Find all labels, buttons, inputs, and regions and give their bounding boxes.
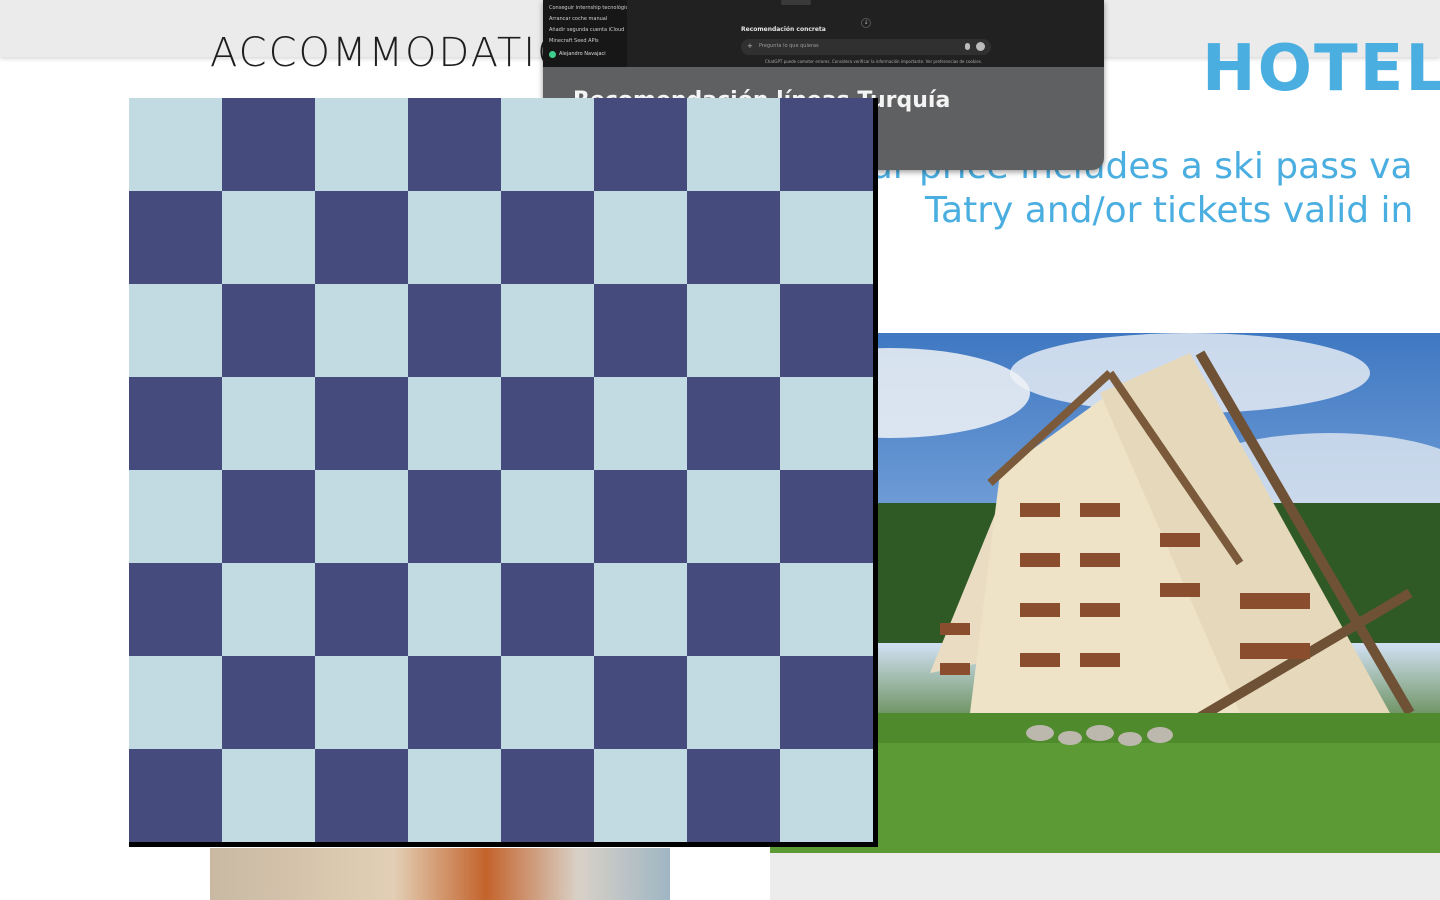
board-square[interactable] — [594, 656, 687, 749]
board-square[interactable] — [408, 656, 501, 749]
board-square[interactable] — [501, 377, 594, 470]
board-square[interactable] — [780, 191, 873, 284]
board-square[interactable] — [129, 749, 222, 842]
board-square[interactable] — [594, 191, 687, 284]
board-square[interactable] — [687, 563, 780, 656]
board-square[interactable] — [222, 98, 315, 191]
board-square[interactable] — [687, 98, 780, 191]
board-square[interactable] — [129, 284, 222, 377]
board-square[interactable] — [408, 563, 501, 656]
board-square[interactable] — [222, 284, 315, 377]
board-square[interactable] — [129, 563, 222, 656]
board-square[interactable] — [222, 470, 315, 563]
board-square[interactable] — [315, 191, 408, 284]
board-square[interactable] — [501, 470, 594, 563]
board-square[interactable] — [687, 749, 780, 842]
chat-input[interactable]: + Pregunta lo que quieras — [741, 39, 991, 55]
board-square[interactable] — [129, 98, 222, 191]
scroll-down-icon[interactable]: ↓ — [861, 18, 871, 28]
board-square[interactable] — [501, 749, 594, 842]
chat-input-placeholder: Pregunta lo que quieras — [759, 43, 819, 49]
board-square[interactable] — [129, 191, 222, 284]
board-square[interactable] — [129, 377, 222, 470]
board-square[interactable] — [780, 470, 873, 563]
board-square[interactable] — [315, 563, 408, 656]
chat-sidebar: Conseguir internship tecnológica... Arra… — [543, 0, 627, 67]
board-square[interactable] — [594, 284, 687, 377]
board-square[interactable] — [315, 470, 408, 563]
board-square[interactable] — [501, 98, 594, 191]
board-square[interactable] — [129, 470, 222, 563]
board-square[interactable] — [129, 656, 222, 749]
message-bubble — [781, 0, 811, 5]
board-square[interactable] — [501, 284, 594, 377]
board-square[interactable] — [780, 749, 873, 842]
send-icon[interactable] — [976, 42, 985, 51]
board-square[interactable] — [780, 656, 873, 749]
board-square[interactable] — [315, 377, 408, 470]
board-square[interactable] — [780, 377, 873, 470]
board-square[interactable] — [408, 377, 501, 470]
board-square[interactable] — [315, 98, 408, 191]
board-square[interactable] — [687, 470, 780, 563]
hotel-heading: HOTEL — [1202, 32, 1440, 106]
board-square[interactable] — [687, 191, 780, 284]
board-square[interactable] — [315, 284, 408, 377]
sidebar-item[interactable]: Minecraft Seed APIs — [543, 36, 627, 47]
board-square[interactable] — [408, 191, 501, 284]
board-square[interactable] — [408, 749, 501, 842]
board-square[interactable] — [687, 656, 780, 749]
plus-icon[interactable]: + — [747, 42, 753, 50]
board-square[interactable] — [315, 749, 408, 842]
microphone-icon[interactable] — [965, 43, 970, 50]
chat-disclaimer: ChatGPT puede cometer errores. Considera… — [765, 59, 983, 64]
board-square[interactable] — [594, 470, 687, 563]
board-square[interactable] — [408, 470, 501, 563]
avatar — [549, 50, 556, 58]
user-profile[interactable]: Alejandro Navajaci — [543, 47, 627, 61]
board-square[interactable] — [594, 563, 687, 656]
board-square[interactable] — [222, 656, 315, 749]
room-photo-partial — [210, 848, 670, 900]
board-square[interactable] — [594, 749, 687, 842]
page-section-background — [770, 853, 1440, 900]
board-square[interactable] — [315, 656, 408, 749]
subtitle-line-2: Tatry and/or tickets valid in — [925, 190, 1414, 231]
board-square[interactable] — [687, 377, 780, 470]
board-square[interactable] — [408, 284, 501, 377]
board-square[interactable] — [780, 563, 873, 656]
chat-section-label: Recomendación concreta — [741, 26, 826, 33]
board-square[interactable] — [501, 191, 594, 284]
board-square[interactable] — [222, 563, 315, 656]
board-square[interactable] — [780, 98, 873, 191]
accommodation-heading: ACCOMMODATIC — [210, 30, 568, 76]
board-square[interactable] — [687, 284, 780, 377]
board-square[interactable] — [594, 377, 687, 470]
chat-app-content: Conseguir internship tecnológica... Arra… — [543, 0, 1104, 67]
board-square[interactable] — [222, 191, 315, 284]
board-square[interactable] — [780, 284, 873, 377]
sidebar-item[interactable]: Añadir segunda cuenta iCloud — [543, 25, 627, 36]
board-square[interactable] — [222, 377, 315, 470]
checkerboard[interactable] — [129, 98, 878, 847]
board-square[interactable] — [222, 749, 315, 842]
sidebar-item[interactable]: Conseguir internship tecnológica... — [543, 3, 627, 14]
board-square[interactable] — [594, 98, 687, 191]
board-square[interactable] — [408, 98, 501, 191]
sidebar-item[interactable]: Arrancar coche manual — [543, 14, 627, 25]
board-square[interactable] — [501, 563, 594, 656]
user-name: Alejandro Navajaci — [559, 51, 606, 57]
board-square[interactable] — [501, 656, 594, 749]
